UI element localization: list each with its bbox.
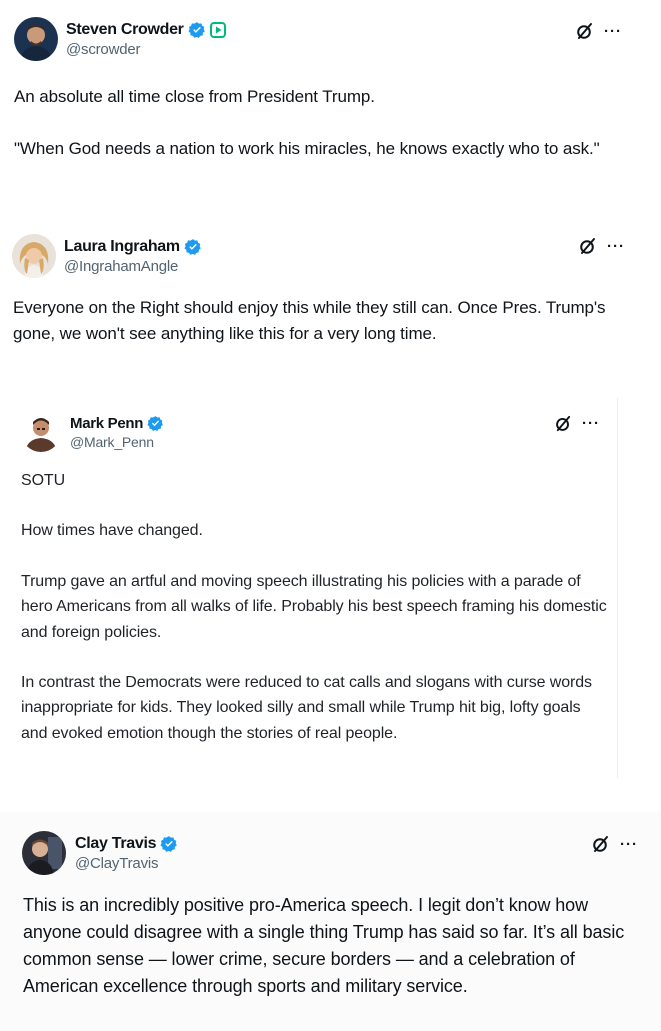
more-options-icon[interactable]: ··· <box>620 837 638 852</box>
tweet-card[interactable]: Mark Penn @Mark_Penn ··· SOTU How times … <box>0 398 618 778</box>
tweet-text: This is an incredibly positive pro-Ameri… <box>23 892 648 1000</box>
avatar[interactable] <box>21 412 61 452</box>
tweet-paragraph: Everyone on the Right should enjoy this … <box>13 298 606 343</box>
user-handle[interactable]: @Mark_Penn <box>70 434 164 450</box>
tweet-paragraph: An absolute all time close from Presiden… <box>14 87 375 106</box>
display-name[interactable]: Laura Ingraham <box>64 238 180 256</box>
more-options-icon[interactable]: ··· <box>604 24 622 39</box>
tweet-text: An absolute all time close from Presiden… <box>14 84 634 162</box>
verified-badge-icon <box>160 835 178 853</box>
more-options-icon[interactable]: ··· <box>607 239 625 254</box>
display-name[interactable]: Steven Crowder <box>66 21 184 39</box>
verified-badge-icon <box>184 238 202 256</box>
verified-badge-icon <box>147 415 164 432</box>
grok-icon[interactable] <box>592 835 610 853</box>
tweet-text: SOTU How times have changed. Trump gave … <box>21 468 611 746</box>
tweet-paragraph: SOTU <box>21 472 66 489</box>
avatar[interactable] <box>14 17 58 61</box>
display-name[interactable]: Mark Penn <box>70 415 143 432</box>
user-handle[interactable]: @scrowder <box>66 41 226 58</box>
tweet-card[interactable]: Steven Crowder @scrowder ··· An absolute… <box>0 0 661 200</box>
tweet-paragraph: "When God needs a nation to work his mir… <box>14 139 600 158</box>
grok-icon[interactable] <box>555 415 572 432</box>
tweet-paragraph: In contrast the Democrats were reduced t… <box>21 674 592 742</box>
user-handle[interactable]: @ClayTravis <box>75 855 178 872</box>
grok-icon[interactable] <box>579 237 597 255</box>
avatar[interactable] <box>22 831 66 875</box>
tweet-card[interactable]: Laura Ingraham @IngrahamAngle ··· Everyo… <box>0 222 661 362</box>
tweet-card[interactable]: Clay Travis @ClayTravis ··· This is an i… <box>0 812 661 1031</box>
grok-icon[interactable] <box>576 22 594 40</box>
verified-badge-icon <box>188 21 206 39</box>
tweet-paragraph: How times have changed. <box>21 522 203 540</box>
more-options-icon[interactable]: ··· <box>582 416 600 431</box>
tweet-text: Everyone on the Right should enjoy this … <box>13 295 643 347</box>
tweet-paragraph: This is an incredibly positive pro-Ameri… <box>23 895 625 996</box>
subscription-play-icon <box>209 21 226 38</box>
avatar[interactable] <box>12 234 56 278</box>
user-handle[interactable]: @IngrahamAngle <box>64 258 202 275</box>
display-name[interactable]: Clay Travis <box>75 835 157 853</box>
tweet-paragraph: Trump gave an artful and moving speech i… <box>21 572 607 641</box>
